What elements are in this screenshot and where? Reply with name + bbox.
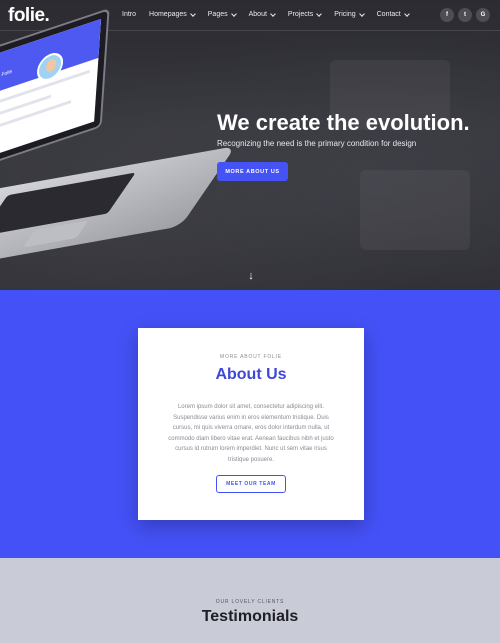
about-section: MORE ABOUT FOLIE About Us Lorem ipsum do… bbox=[0, 290, 500, 558]
more-about-us-button[interactable]: MORE ABOUT US bbox=[217, 162, 288, 181]
testimonials-section: OUR LOVELY CLIENTS Testimonials bbox=[0, 558, 500, 643]
nav-item-label: Homepages bbox=[149, 11, 187, 18]
chevron-down-icon bbox=[230, 10, 237, 17]
testimonials-title: Testimonials bbox=[201, 608, 299, 625]
background-blur-shape bbox=[360, 170, 470, 250]
laptop-base-image bbox=[0, 146, 236, 272]
laptop-screen-line bbox=[0, 100, 71, 137]
nav-item-contact[interactable]: Contact bbox=[376, 10, 410, 18]
twitter-icon[interactable]: t bbox=[458, 8, 472, 22]
nav-item-label: Pages bbox=[207, 11, 228, 18]
laptop-image: Welcome to Folie bbox=[0, 8, 110, 177]
nav-item-label: Contact bbox=[376, 11, 401, 18]
chevron-down-icon bbox=[316, 10, 323, 17]
chevron-down-icon bbox=[189, 10, 196, 17]
hero-section: folie. Intro Homepages Pages About Proje… bbox=[0, 0, 500, 290]
social-links: f t G bbox=[436, 8, 490, 22]
avatar-face bbox=[45, 57, 57, 74]
facebook-icon[interactable]: f bbox=[440, 8, 454, 22]
chevron-down-icon bbox=[270, 10, 276, 17]
nav-item-homepages[interactable]: Homepages bbox=[149, 10, 196, 18]
meet-our-team-button[interactable]: MEET OUR TEAM bbox=[216, 475, 286, 493]
laptop-screen-header: Welcome to Folie bbox=[0, 18, 102, 103]
nav-item-label: Intro bbox=[122, 11, 137, 18]
nav-item-label: About bbox=[248, 11, 267, 18]
about-text: Lorem ipsum dolor sit amet, consectetur … bbox=[168, 404, 334, 463]
about-kicker: MORE ABOUT FOLIE bbox=[220, 354, 282, 360]
nav-item-pricing[interactable]: Pricing bbox=[334, 10, 365, 18]
scroll-down-arrow-icon[interactable]: ↓ bbox=[246, 269, 256, 283]
main-menu: Intro Homepages Pages About Projects Pri… bbox=[122, 10, 422, 18]
nav-item-label: Pricing bbox=[334, 11, 356, 18]
about-card: MORE ABOUT FOLIE About Us Lorem ipsum do… bbox=[138, 328, 364, 520]
hero-title: We create the evolution. bbox=[217, 110, 470, 135]
nav-item-about[interactable]: About bbox=[248, 10, 276, 18]
testimonials-kicker: OUR LOVELY CLIENTS bbox=[215, 599, 285, 605]
nav-item-intro[interactable]: Intro bbox=[122, 11, 136, 18]
site-logo[interactable]: folie. bbox=[8, 5, 50, 27]
laptop-screen-text: Welcome to Folie bbox=[0, 68, 13, 88]
nav-item-label: Projects bbox=[287, 11, 314, 18]
laptop-screen: Welcome to Folie bbox=[0, 18, 102, 167]
nav-item-pages[interactable]: Pages bbox=[207, 10, 237, 18]
chevron-down-icon bbox=[358, 10, 365, 17]
about-title: About Us bbox=[215, 366, 287, 383]
nav-item-projects[interactable]: Projects bbox=[287, 10, 323, 18]
google-icon[interactable]: G bbox=[476, 8, 490, 22]
chevron-down-icon bbox=[403, 10, 410, 17]
hero-subtitle: Recognizing the need is the primary cond… bbox=[217, 139, 417, 148]
